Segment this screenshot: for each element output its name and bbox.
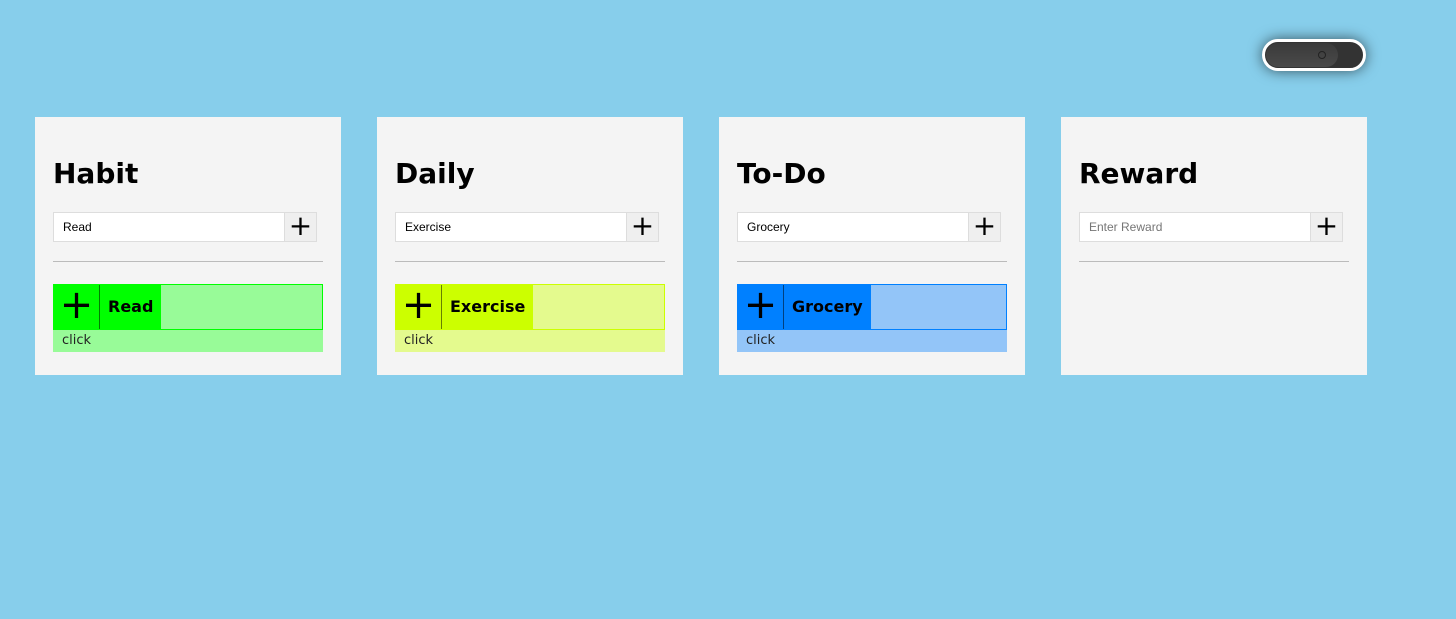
column-title: Daily: [395, 157, 475, 190]
column-daily: Daily + + Exercise click: [377, 117, 683, 375]
toggle-dot-icon: [1318, 51, 1326, 59]
list-item[interactable]: + Grocery: [737, 284, 1007, 330]
increment-button[interactable]: +: [738, 285, 784, 329]
add-button[interactable]: +: [1311, 212, 1343, 242]
add-button[interactable]: +: [969, 212, 1001, 242]
theme-toggle[interactable]: [1262, 39, 1366, 71]
divider: [395, 261, 665, 262]
list-item[interactable]: + Exercise: [395, 284, 665, 330]
new-item-input[interactable]: [737, 212, 969, 242]
toggle-knob: [1266, 43, 1338, 67]
new-item-input[interactable]: [395, 212, 627, 242]
item-label: Exercise: [442, 285, 534, 329]
item-footer[interactable]: click: [737, 330, 1007, 352]
column-todo: To-Do + + Grocery click: [719, 117, 1025, 375]
add-button[interactable]: +: [285, 212, 317, 242]
reward-input[interactable]: [1079, 212, 1311, 242]
column-habit: Habit + + Read click: [35, 117, 341, 375]
add-button[interactable]: +: [627, 212, 659, 242]
column-title: Habit: [53, 157, 139, 190]
divider: [1079, 261, 1349, 262]
list-item[interactable]: + Read: [53, 284, 323, 330]
new-item-input[interactable]: [53, 212, 285, 242]
increment-button[interactable]: +: [396, 285, 442, 329]
item-label: Read: [100, 285, 162, 329]
item-footer[interactable]: click: [53, 330, 323, 352]
column-title: To-Do: [737, 157, 826, 190]
item-label: Grocery: [784, 285, 871, 329]
item-footer[interactable]: click: [395, 330, 665, 352]
column-reward: Reward +: [1061, 117, 1367, 375]
column-title: Reward: [1079, 157, 1199, 190]
divider: [53, 261, 323, 262]
increment-button[interactable]: +: [54, 285, 100, 329]
divider: [737, 261, 1007, 262]
